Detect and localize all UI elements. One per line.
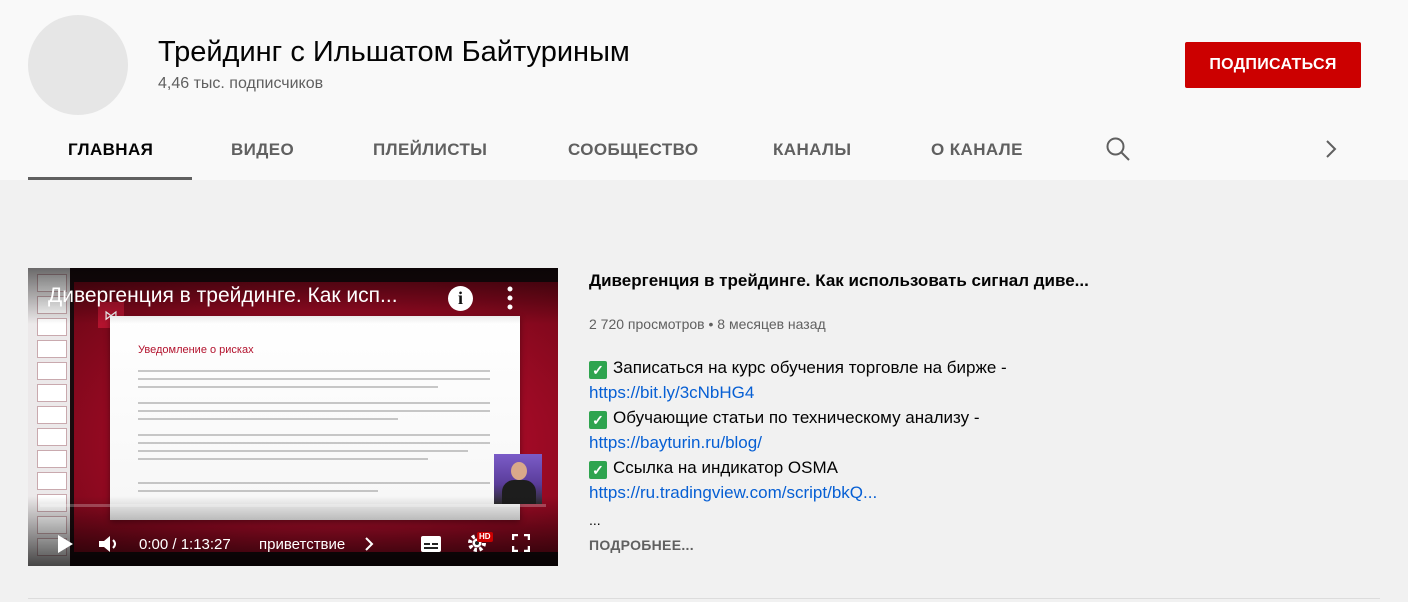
description-text: Записаться на курс обучения торговле на … [613, 358, 1007, 377]
slide-thumbnail [37, 450, 67, 468]
chevron-right-icon[interactable] [1320, 138, 1342, 160]
slide-text-line [138, 458, 428, 460]
slide-thumbnail [37, 472, 67, 490]
channel-tabs: ГЛАВНАЯ ВИДЕО ПЛЕЙЛИСТЫ СООБЩЕСТВО КАНАЛ… [0, 120, 1408, 180]
chapter-title[interactable]: приветствие [259, 536, 345, 553]
description-link[interactable]: https://bit.ly/3cNbHG4 [589, 383, 754, 403]
description-text: Ссылка на индикатор OSMA [613, 458, 838, 477]
subtitles-icon[interactable] [420, 535, 442, 553]
channel-name: Трейдинг с Ильшатом Байтуриным [158, 36, 630, 68]
channel-header: Трейдинг с Ильшатом Байтуриным 4,46 тыс.… [0, 0, 1408, 180]
channel-avatar[interactable] [28, 15, 128, 115]
more-vert-icon[interactable] [502, 284, 518, 312]
slide-text-line [138, 402, 490, 404]
slide-text-line [138, 482, 490, 484]
active-tab-indicator [28, 177, 192, 180]
fullscreen-icon[interactable] [512, 534, 530, 552]
video-title-link[interactable]: Дивергенция в трейдинге. Как использоват… [589, 271, 1109, 291]
progress-bar[interactable] [40, 504, 546, 507]
check-icon: ✓ [589, 411, 607, 429]
tab-about[interactable]: О КАНАЛЕ [931, 120, 1023, 180]
search-icon[interactable] [1105, 136, 1131, 162]
slide-text-line [138, 370, 490, 372]
hd-badge: HD [477, 532, 493, 542]
check-icon: ✓ [589, 361, 607, 379]
section-divider [28, 598, 1380, 599]
slide-text-line [138, 386, 438, 388]
tab-playlists[interactable]: ПЛЕЙЛИСТЫ [373, 120, 487, 180]
tab-community[interactable]: СООБЩЕСТВО [568, 120, 699, 180]
slide-thumbnail [37, 428, 67, 446]
time-display: 0:00 / 1:13:27 [139, 536, 231, 553]
description-link[interactable]: https://bayturin.ru/blog/ [589, 433, 762, 453]
slide-heading: Уведомление о рисках [138, 344, 254, 356]
chevron-right-icon[interactable] [364, 536, 374, 552]
play-icon[interactable] [56, 534, 74, 554]
slide-text-line [138, 378, 490, 380]
description-line: ✓ Обучающие статьи по техническому анализ… [589, 408, 980, 429]
check-icon: ✓ [589, 461, 607, 479]
slide-thumbnail [37, 362, 67, 380]
slide-text-line [138, 490, 378, 492]
video-player[interactable]: ⋈ Уведомление о рисках Дивергенция в тре… [28, 268, 558, 566]
tab-home[interactable]: ГЛАВНАЯ [68, 120, 153, 180]
video-meta: 2 720 просмотров • 8 месяцев назад [589, 316, 826, 332]
description-text: Обучающие статьи по техническому анализу… [613, 408, 980, 427]
description-link[interactable]: https://ru.tradingview.com/script/bkQ... [589, 483, 877, 503]
slide-page: Уведомление о рисках [110, 316, 520, 520]
player-title[interactable]: Дивергенция в трейдинге. Как исп... [48, 284, 438, 308]
slide-thumbnail [37, 384, 67, 402]
tab-channels[interactable]: КАНАЛЫ [773, 120, 851, 180]
presenter-head [511, 462, 527, 480]
slide-text-line [138, 434, 490, 436]
slide-text-line [138, 410, 490, 412]
subscribe-button[interactable]: ПОДПИСАТЬСЯ [1185, 42, 1361, 88]
info-icon[interactable]: i [448, 286, 473, 311]
description-line: ✓ Записаться на курс обучения торговле на… [589, 358, 1007, 379]
slide-text-line [138, 418, 398, 420]
description-ellipsis: ... [589, 512, 601, 528]
slide-text-line [138, 450, 468, 452]
slide-thumbnail [37, 406, 67, 424]
slide-thumbnail [37, 340, 67, 358]
slide-text-line [138, 442, 490, 444]
volume-icon[interactable] [98, 534, 122, 554]
subscriber-count: 4,46 тыс. подписчиков [158, 75, 324, 92]
show-more-button[interactable]: ПОДРОБНЕЕ... [589, 537, 694, 553]
tab-videos[interactable]: ВИДЕО [231, 120, 294, 180]
description-line: ✓ Ссылка на индикатор OSMA [589, 458, 838, 479]
